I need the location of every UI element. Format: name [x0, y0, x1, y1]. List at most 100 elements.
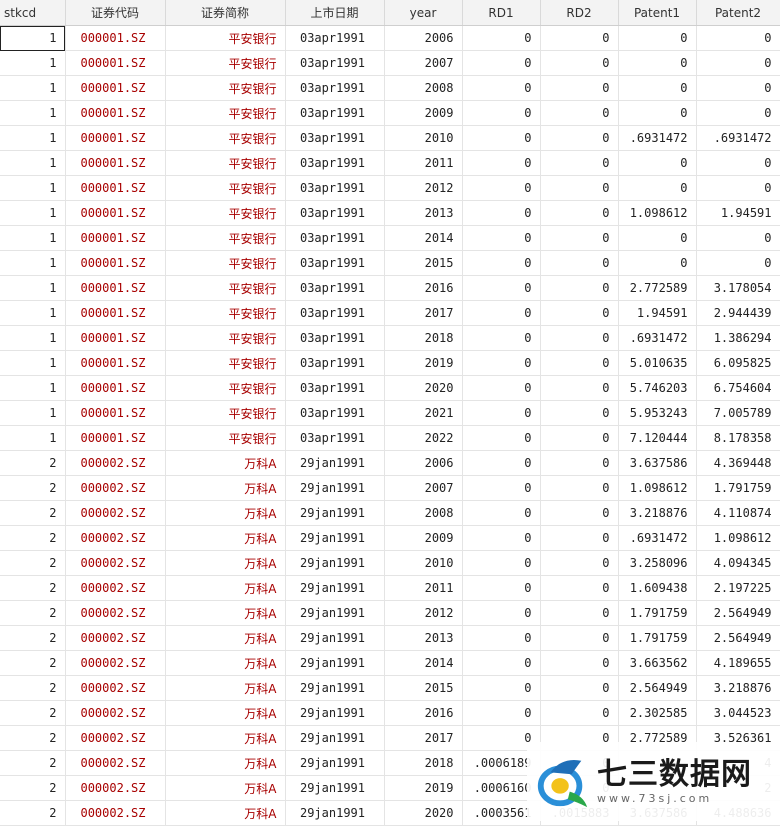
cell-rd1[interactable]: 0: [462, 400, 541, 426]
cell-date[interactable]: 03apr1991: [285, 425, 385, 451]
cell-code[interactable]: 000002.SZ: [65, 575, 166, 601]
cell-rd1[interactable]: 0: [462, 125, 541, 151]
table-row[interactable]: 2 000002.SZ 万科A 29jan1991 2010 0 0 3.258096 4.09…: [0, 550, 780, 576]
cell-rd2[interactable]: 0: [540, 300, 619, 326]
cell-date[interactable]: 03apr1991: [285, 375, 385, 401]
cell-name[interactable]: 平安银行: [165, 425, 286, 451]
cell-stkcd[interactable]: 1: [0, 75, 66, 101]
cell-name[interactable]: 万科A: [165, 800, 286, 826]
cell-rd1[interactable]: 0: [462, 50, 541, 76]
cell-patent1[interactable]: 0: [618, 250, 697, 276]
cell-stkcd[interactable]: 2: [0, 575, 66, 601]
cell-patent2[interactable]: .6931472: [696, 125, 780, 151]
cell-patent2[interactable]: 4.094345: [696, 550, 780, 576]
cell-date[interactable]: 03apr1991: [285, 50, 385, 76]
cell-stkcd[interactable]: 1: [0, 225, 66, 251]
cell-code[interactable]: 000001.SZ: [65, 250, 166, 276]
cell-rd1[interactable]: 0: [462, 375, 541, 401]
cell-patent1[interactable]: 3.218876: [618, 500, 697, 526]
table-row[interactable]: 2 000002.SZ 万科A 29jan1991 2012 0 0 1.791759 2.56…: [0, 600, 780, 626]
cell-stkcd[interactable]: 1: [0, 175, 66, 201]
cell-name[interactable]: 万科A: [165, 750, 286, 776]
cell-stkcd[interactable]: 1: [0, 400, 66, 426]
cell-patent2[interactable]: 0: [696, 250, 780, 276]
cell-year[interactable]: 2012: [384, 600, 463, 626]
cell-name[interactable]: 万科A: [165, 525, 286, 551]
cell-year[interactable]: 2006: [384, 450, 463, 476]
cell-date[interactable]: 29jan1991: [285, 775, 385, 801]
cell-name[interactable]: 万科A: [165, 625, 286, 651]
cell-patent1[interactable]: .6931472: [618, 525, 697, 551]
cell-code[interactable]: 000002.SZ: [65, 550, 166, 576]
cell-stkcd[interactable]: 1: [0, 275, 66, 301]
cell-name[interactable]: 平安银行: [165, 350, 286, 376]
cell-date[interactable]: 29jan1991: [285, 800, 385, 826]
cell-rd1[interactable]: 0: [462, 475, 541, 501]
cell-patent2[interactable]: 1.791759: [696, 475, 780, 501]
cell-patent1[interactable]: .6931472: [618, 125, 697, 151]
cell-code[interactable]: 000002.SZ: [65, 700, 166, 726]
cell-rd2[interactable]: 0: [540, 450, 619, 476]
cell-rd2[interactable]: 0: [540, 625, 619, 651]
cell-year[interactable]: 2022: [384, 425, 463, 451]
cell-patent1[interactable]: 1.098612: [618, 475, 697, 501]
cell-patent1[interactable]: 1.098612: [618, 200, 697, 226]
cell-rd2[interactable]: 0: [540, 150, 619, 176]
cell-stkcd[interactable]: 2: [0, 625, 66, 651]
cell-name[interactable]: 万科A: [165, 700, 286, 726]
column-header-rd1[interactable]: RD1: [462, 0, 541, 26]
cell-date[interactable]: 03apr1991: [285, 125, 385, 151]
cell-year[interactable]: 2020: [384, 800, 463, 826]
cell-name[interactable]: 万科A: [165, 450, 286, 476]
cell-patent2[interactable]: 7.005789: [696, 400, 780, 426]
cell-patent2[interactable]: 0: [696, 175, 780, 201]
cell-patent2[interactable]: 0: [696, 225, 780, 251]
cell-date[interactable]: 03apr1991: [285, 300, 385, 326]
cell-name[interactable]: 平安银行: [165, 400, 286, 426]
cell-patent2[interactable]: 0: [696, 75, 780, 101]
cell-name[interactable]: 平安银行: [165, 225, 286, 251]
cell-stkcd[interactable]: 2: [0, 725, 66, 751]
table-row[interactable]: 2 000002.SZ 万科A 29jan1991 2016 0 0 2.302585 3.04…: [0, 700, 780, 726]
cell-rd1[interactable]: 0: [462, 100, 541, 126]
cell-name[interactable]: 平安银行: [165, 25, 286, 51]
table-row[interactable]: 1 000001.SZ 平安银行 03apr1991 2019 0 0 5.010635 6.0…: [0, 350, 780, 376]
cell-patent1[interactable]: 1.94591: [618, 300, 697, 326]
cell-year[interactable]: 2020: [384, 375, 463, 401]
cell-date[interactable]: 03apr1991: [285, 75, 385, 101]
cell-code[interactable]: 000001.SZ: [65, 75, 166, 101]
cell-name[interactable]: 平安银行: [165, 100, 286, 126]
cell-stkcd[interactable]: 2: [0, 525, 66, 551]
cell-stkcd[interactable]: 2: [0, 450, 66, 476]
cell-stkcd[interactable]: 2: [0, 475, 66, 501]
cell-rd1[interactable]: 0: [462, 450, 541, 476]
table-row[interactable]: 1 000001.SZ 平安银行 03apr1991 2009 0 0 0 0: [0, 100, 780, 126]
cell-patent2[interactable]: 3.044523: [696, 700, 780, 726]
column-header-patent2[interactable]: Patent2: [696, 0, 780, 26]
cell-stkcd[interactable]: 2: [0, 650, 66, 676]
table-row[interactable]: 1 000001.SZ 平安银行 03apr1991 2008 0 0 0 0: [0, 75, 780, 101]
cell-stkcd[interactable]: 2: [0, 675, 66, 701]
cell-patent2[interactable]: 4.189655: [696, 650, 780, 676]
cell-date[interactable]: 03apr1991: [285, 25, 385, 51]
cell-patent1[interactable]: 7.120444: [618, 425, 697, 451]
cell-patent2[interactable]: 1.94591: [696, 200, 780, 226]
table-row[interactable]: 2 000002.SZ 万科A 29jan1991 2014 0 0 3.663562 4.18…: [0, 650, 780, 676]
cell-rd2[interactable]: 0: [540, 200, 619, 226]
cell-patent1[interactable]: 0: [618, 225, 697, 251]
cell-stkcd[interactable]: 2: [0, 800, 66, 826]
table-row[interactable]: 2 000002.SZ 万科A 29jan1991 2008 0 0 3.218876 4.11…: [0, 500, 780, 526]
cell-date[interactable]: 03apr1991: [285, 100, 385, 126]
cell-rd1[interactable]: 0: [462, 650, 541, 676]
cell-rd1[interactable]: 0: [462, 150, 541, 176]
cell-year[interactable]: 2014: [384, 650, 463, 676]
cell-code[interactable]: 000002.SZ: [65, 750, 166, 776]
cell-rd1[interactable]: 0: [462, 525, 541, 551]
cell-patent1[interactable]: 3.663562: [618, 650, 697, 676]
cell-name[interactable]: 万科A: [165, 775, 286, 801]
cell-rd1[interactable]: 0: [462, 700, 541, 726]
cell-stkcd[interactable]: 2: [0, 750, 66, 776]
table-row[interactable]: 2 000002.SZ 万科A 29jan1991 2006 0 0 3.637586 4.36…: [0, 450, 780, 476]
cell-patent1[interactable]: 5.010635: [618, 350, 697, 376]
cell-name[interactable]: 平安银行: [165, 375, 286, 401]
